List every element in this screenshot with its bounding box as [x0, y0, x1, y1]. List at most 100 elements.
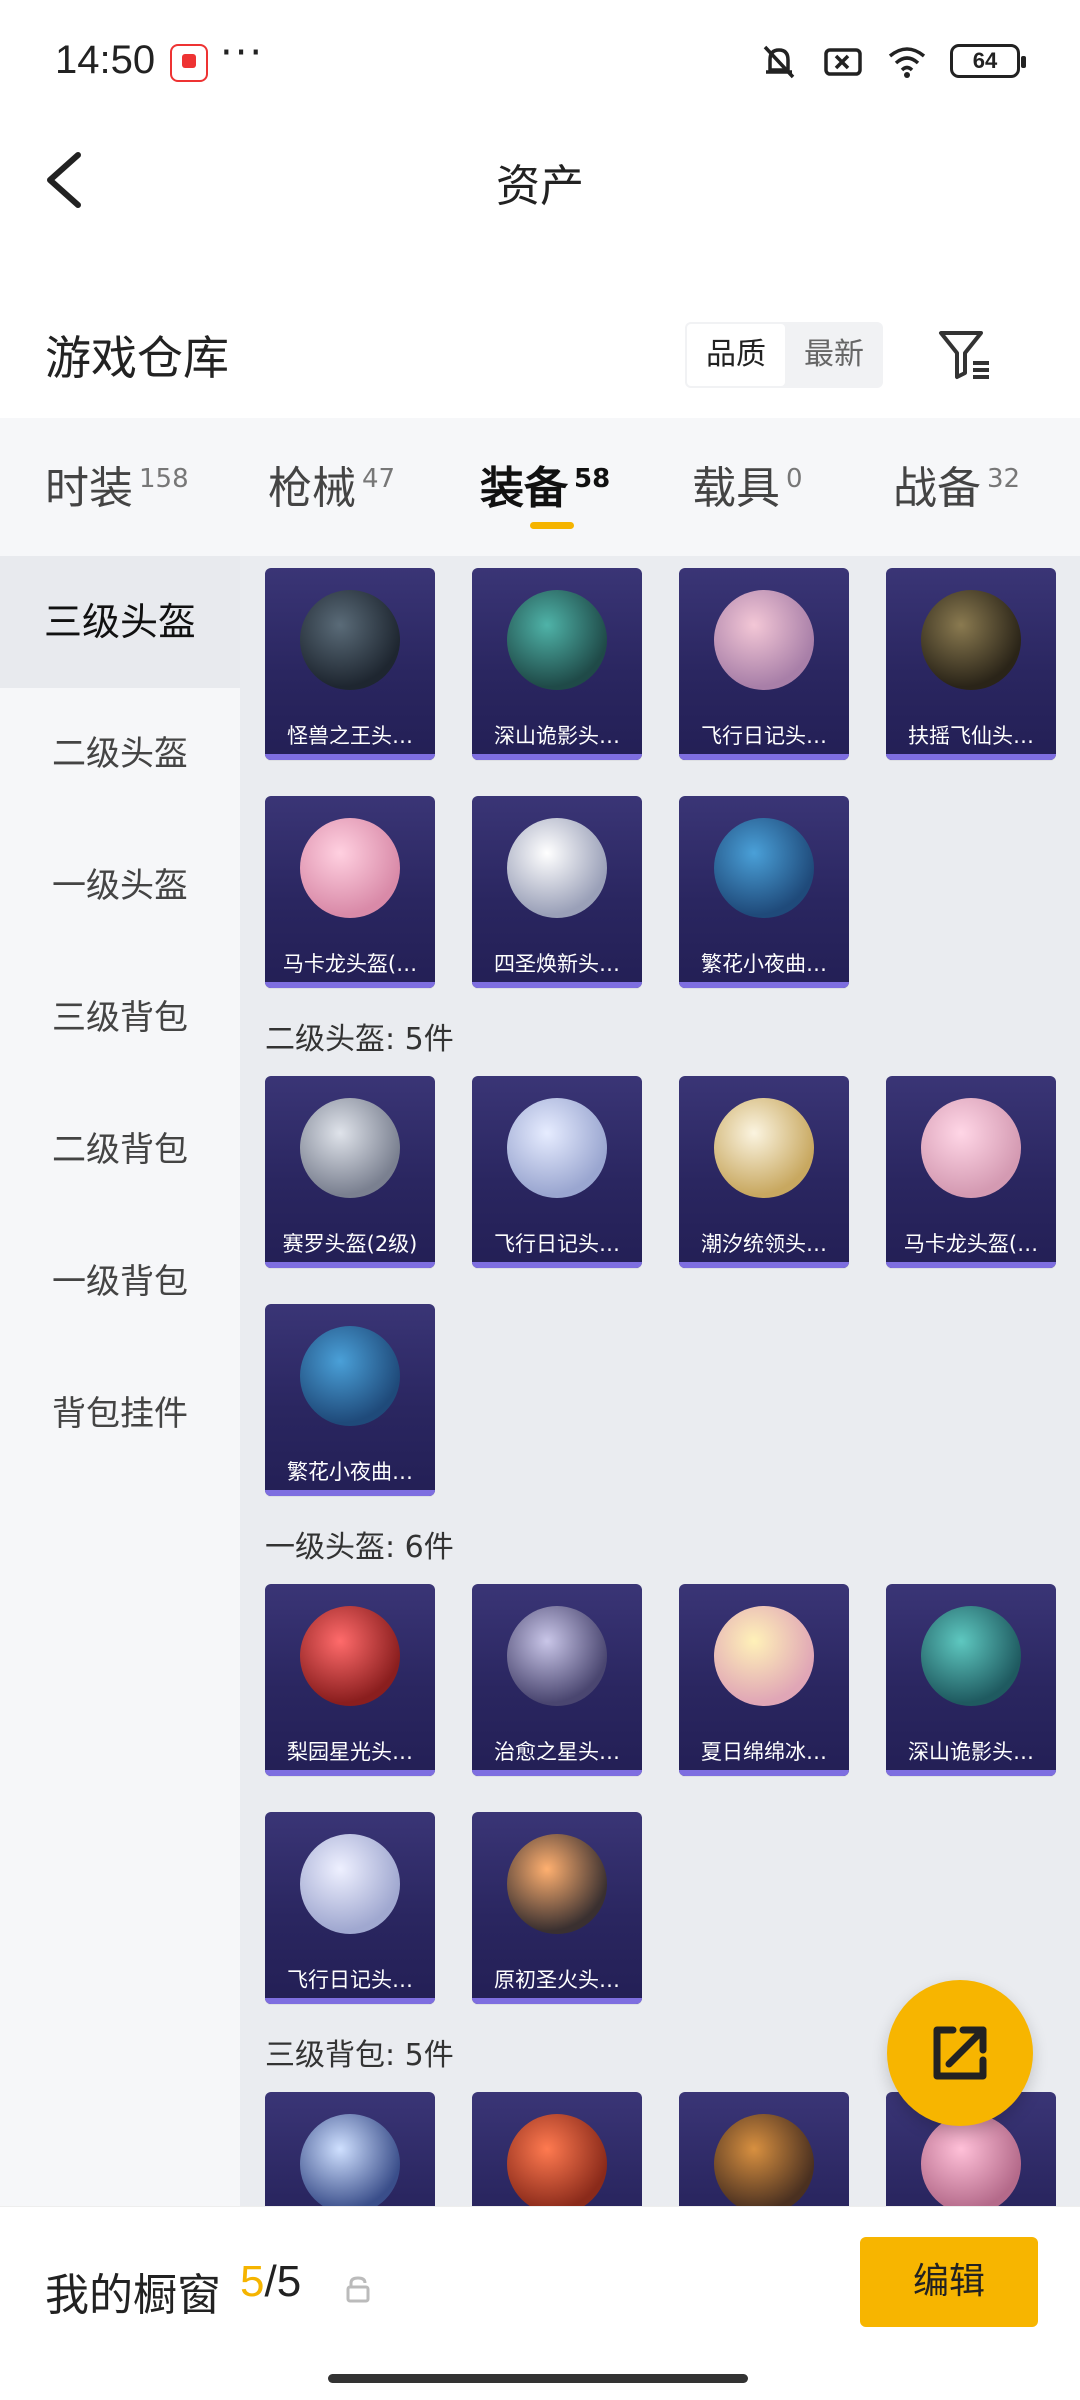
item-name: 怪兽之王头…	[287, 724, 413, 748]
share-fab[interactable]	[887, 1980, 1033, 2126]
item-name: 马卡龙头盔(…	[282, 952, 418, 976]
item-name: 四圣焕新头…	[494, 952, 620, 976]
helmet-image	[921, 1606, 1021, 1706]
helmet-image	[921, 1098, 1021, 1198]
item-name: 梨园星光头…	[287, 1740, 413, 1764]
tab-equipment[interactable]: 装备 58	[480, 452, 610, 516]
showcase-label: 我的橱窗	[45, 2270, 221, 2321]
status-icons: 64	[758, 40, 1026, 82]
helmet-image	[300, 1326, 400, 1426]
status-time: 14:50	[55, 38, 156, 82]
item-card[interactable]: 赛罗头盔(2级)	[265, 1076, 435, 1268]
tab-count: 0	[786, 464, 803, 495]
item-name: 夏日绵绵冰…	[701, 1740, 827, 1764]
item-name: 深山诡影头…	[908, 1740, 1034, 1764]
item-name: 马卡龙头盔(…	[903, 1232, 1039, 1256]
sidebar-item-level2-backpack[interactable]: 二级背包	[0, 1084, 240, 1216]
item-card[interactable]: 飞行日记头…	[679, 568, 849, 760]
backpack-image	[714, 2114, 814, 2206]
backpack-image	[507, 2114, 607, 2206]
item-name: 原初圣火头…	[494, 1968, 620, 1992]
sort-toggle: 品质 最新	[685, 322, 883, 388]
item-name: 赛罗头盔(2级)	[282, 1232, 418, 1256]
tab-firearms[interactable]: 枪械 47	[268, 452, 395, 516]
sidebar-item-level1-helmet[interactable]: 一级头盔	[0, 820, 240, 952]
lock-icon	[346, 2276, 370, 2303]
tab-count: 158	[139, 464, 189, 495]
tab-supplies[interactable]: 战备 32	[893, 452, 1020, 516]
sidebar-item-level1-backpack[interactable]: 一级背包	[0, 1216, 240, 1348]
item-card[interactable]: 繁花小夜曲…	[679, 796, 849, 988]
item-card[interactable]: 扶摇飞仙头…	[886, 568, 1056, 760]
sort-quality-button[interactable]: 品质	[687, 324, 785, 386]
helmet-image	[507, 1834, 607, 1934]
item-card[interactable]: 原初圣火头…	[472, 1812, 642, 2004]
item-card[interactable]	[472, 2092, 642, 2206]
home-indicator	[328, 2374, 748, 2383]
tab-vehicles[interactable]: 载具 0	[692, 452, 803, 516]
header: 资产	[0, 125, 1080, 235]
item-card[interactable]: 马卡龙头盔(…	[265, 796, 435, 988]
category-tabs: 时装 158 枪械 47 装备 58 载具 0 战备 32	[0, 418, 1080, 556]
app-notification-icon	[170, 44, 208, 82]
item-name: 飞行日记头…	[287, 1968, 413, 1992]
helmet-image	[507, 590, 607, 690]
warehouse-title: 游戏仓库	[45, 331, 229, 385]
item-card[interactable]: 潮汐统领头…	[679, 1076, 849, 1268]
helmet-image	[714, 818, 814, 918]
section-title: 一级头盔: 6件	[265, 1530, 454, 1565]
item-name: 飞行日记头…	[701, 724, 827, 748]
sidebar-item-level2-helmet[interactable]: 二级头盔	[0, 688, 240, 820]
showcase-count: 5/5	[240, 2257, 301, 2307]
item-card[interactable]: 怪兽之王头…	[265, 568, 435, 760]
item-card[interactable]: 深山诡影头…	[472, 568, 642, 760]
tab-label: 装备	[480, 463, 568, 514]
active-tab-indicator	[530, 522, 574, 529]
item-name: 治愈之星头…	[494, 1740, 620, 1764]
item-card[interactable]	[265, 2092, 435, 2206]
helmet-image	[921, 590, 1021, 690]
tab-label: 载具	[692, 463, 780, 514]
helmet-image	[300, 590, 400, 690]
sidebar: 三级头盔 二级头盔 一级头盔 三级背包 二级背包 一级背包 背包挂件	[0, 556, 240, 2206]
sidebar-item-level3-backpack[interactable]: 三级背包	[0, 952, 240, 1084]
tab-label: 时装	[45, 463, 133, 514]
sidebar-item-backpack-charm[interactable]: 背包挂件	[0, 1348, 240, 1480]
helmet-image	[507, 1098, 607, 1198]
item-name: 飞行日记头…	[494, 1232, 620, 1256]
status-bar: 14:50 ··· 64	[0, 0, 1080, 125]
mute-icon	[763, 45, 795, 79]
helmet-image	[714, 1606, 814, 1706]
wifi-icon	[888, 47, 926, 78]
edit-button[interactable]: 编辑	[860, 2237, 1038, 2327]
item-card[interactable]: 飞行日记头…	[265, 1812, 435, 2004]
item-card[interactable]: 梨园星光头…	[265, 1584, 435, 1776]
item-card[interactable]: 夏日绵绵冰…	[679, 1584, 849, 1776]
page-title: 资产	[496, 161, 584, 212]
item-name: 扶摇飞仙头…	[908, 724, 1034, 748]
tab-fashion[interactable]: 时装 158	[45, 452, 189, 516]
item-card[interactable]: 治愈之星头…	[472, 1584, 642, 1776]
item-card[interactable]: 四圣焕新头…	[472, 796, 642, 988]
showcase-max: /5	[264, 2257, 302, 2306]
sidebar-item-level3-helmet[interactable]: 三级头盔	[0, 556, 240, 688]
helmet-image	[300, 818, 400, 918]
item-card[interactable]: 飞行日记头…	[472, 1076, 642, 1268]
section-title: 三级背包: 5件	[265, 2038, 454, 2073]
helmet-image	[507, 818, 607, 918]
item-card[interactable]: 繁花小夜曲…	[265, 1304, 435, 1496]
item-card[interactable]	[679, 2092, 849, 2206]
item-grid: 怪兽之王头… 深山诡影头… 飞行日记头… 扶摇飞仙头… 马卡龙头盔(… 四圣焕新…	[240, 556, 1080, 2206]
bottom-bar: 我的橱窗 5/5 编辑	[0, 2206, 1080, 2400]
sort-newest-button[interactable]: 最新	[785, 324, 883, 386]
section-title: 二级头盔: 5件	[265, 1022, 454, 1057]
tab-label: 枪械	[268, 463, 356, 514]
item-name: 繁花小夜曲…	[701, 952, 827, 976]
item-card[interactable]: 马卡龙头盔(…	[886, 1076, 1056, 1268]
item-card[interactable]: 深山诡影头…	[886, 1584, 1056, 1776]
helmet-image	[300, 1606, 400, 1706]
share-icon	[933, 2026, 987, 2080]
filter-icon[interactable]	[935, 325, 995, 385]
item-name: 深山诡影头…	[494, 724, 620, 748]
item-name: 繁花小夜曲…	[287, 1460, 413, 1484]
